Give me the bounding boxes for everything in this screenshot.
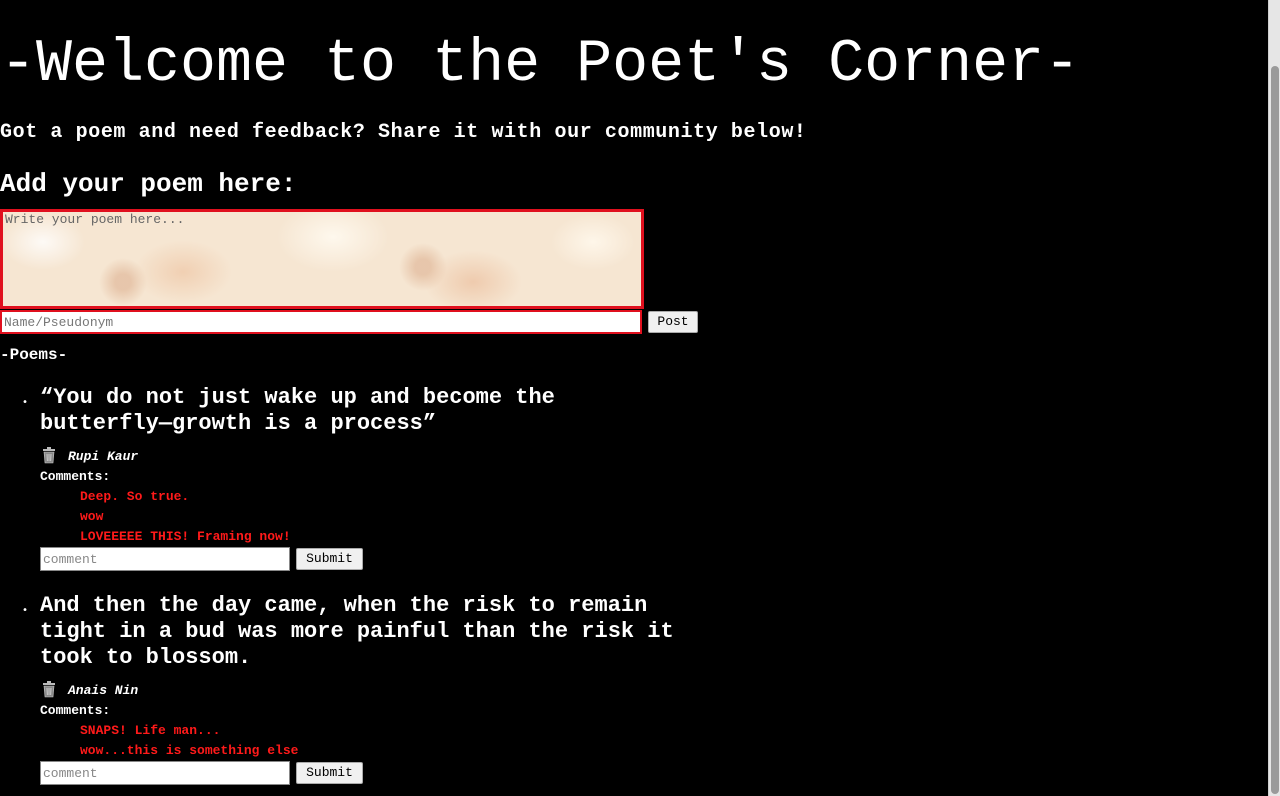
poem-textarea[interactable] (0, 209, 644, 309)
comment-item: LOVEEEEE THIS! Framing now! (80, 529, 291, 544)
page: -Welcome to the Poet's Corner- Got a poe… (0, 0, 1268, 796)
poem-text: “You do not just wake up and become the … (40, 385, 555, 436)
poem-author: Rupi Kaur (68, 449, 139, 464)
tagline: Got a poem and need feedback? Share it w… (0, 121, 807, 144)
submit-comment-button[interactable]: Submit (296, 762, 363, 784)
list-bullet: • (22, 605, 29, 616)
comment-item: SNAPS! Life man... (80, 723, 221, 738)
comment-item: wow...this is something else (80, 743, 299, 758)
comment-item: wow (80, 509, 104, 524)
add-poem-heading: Add your poem here: (0, 169, 297, 199)
comment-item: Deep. So true. (80, 489, 190, 504)
comment-input[interactable] (40, 761, 290, 785)
poem-text: And then the day came, when the risk to … (40, 593, 674, 670)
page-title: -Welcome to the Poet's Corner- (0, 31, 1081, 99)
trash-icon[interactable] (40, 446, 58, 464)
vertical-scrollbar[interactable] (1268, 0, 1280, 796)
list-bullet: • (22, 397, 29, 408)
trash-icon[interactable] (40, 680, 58, 698)
post-button[interactable]: Post (648, 311, 698, 333)
poems-heading: -Poems- (0, 346, 68, 364)
submit-comment-button[interactable]: Submit (296, 548, 363, 570)
name-input[interactable] (0, 310, 642, 334)
comment-input[interactable] (40, 547, 290, 571)
comments-label: Comments: (40, 703, 111, 718)
comments-label: Comments: (40, 469, 111, 484)
scrollbar-thumb[interactable] (1271, 66, 1279, 794)
poem-author: Anais Nin (68, 683, 139, 698)
